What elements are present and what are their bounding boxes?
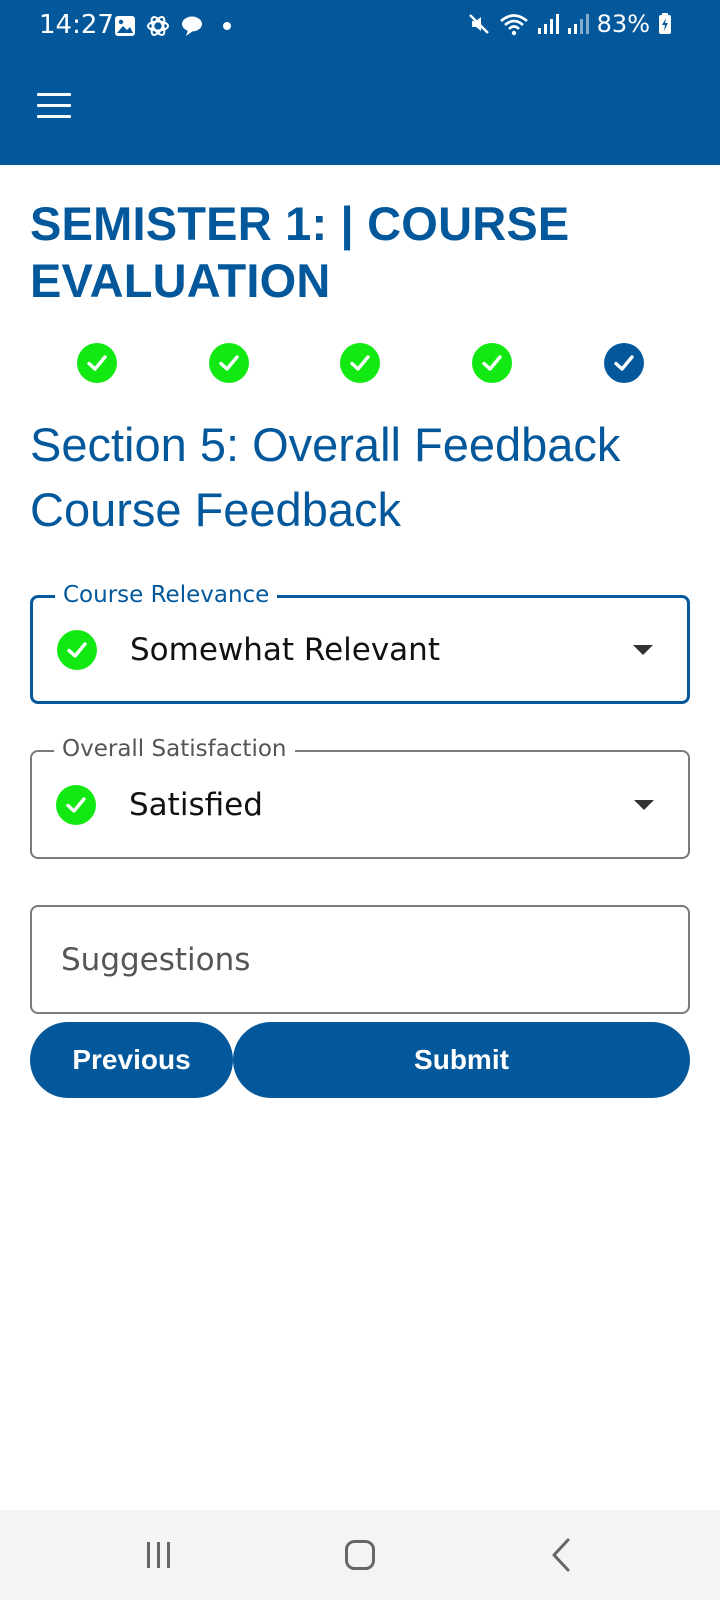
status-right: 83%	[467, 10, 672, 38]
status-time: 14:27	[39, 10, 114, 40]
submit-button[interactable]: Submit	[233, 1022, 690, 1098]
app-bar: 14:27 83%	[0, 0, 720, 165]
system-nav-bar	[0, 1510, 720, 1600]
subsection-heading: Course Feedback	[30, 483, 401, 536]
signal-icon	[537, 14, 559, 34]
openai-icon	[147, 16, 169, 36]
check-circle-icon	[57, 629, 97, 670]
back-icon[interactable]	[531, 1530, 591, 1580]
check-icon	[219, 355, 239, 371]
check-icon	[614, 355, 634, 371]
course-relevance-select[interactable]: Course Relevance Somewhat Relevant	[30, 582, 690, 704]
section-title: Section 5: Overall Feedback Course Feedb…	[30, 412, 690, 542]
check-icon	[87, 355, 107, 371]
mute-icon	[468, 14, 489, 34]
notification-icons	[114, 14, 234, 38]
page-title: SEMISTER 1: | COURSE EVALUATION	[30, 197, 570, 307]
check-icon	[482, 355, 502, 371]
step-1-complete	[77, 343, 117, 383]
chat-icon	[182, 16, 202, 36]
battery-percent: 83%	[596, 10, 650, 38]
overall-satisfaction-label: Overall Satisfaction	[54, 736, 295, 762]
progress-stepper	[0, 343, 720, 385]
hamburger-icon[interactable]	[37, 93, 71, 119]
chevron-down-icon[interactable]	[633, 644, 653, 655]
suggestions-input[interactable]	[32, 907, 688, 1012]
step-5-current	[604, 343, 644, 383]
dot-icon	[223, 22, 231, 30]
gallery-icon	[115, 16, 135, 36]
step-4-complete	[472, 343, 512, 383]
chevron-down-icon[interactable]	[634, 799, 654, 810]
previous-button[interactable]: Previous	[30, 1022, 233, 1098]
step-2-complete	[209, 343, 249, 383]
course-relevance-value: Somewhat Relevant	[130, 631, 440, 668]
overall-satisfaction-value: Satisfied	[129, 786, 263, 823]
course-relevance-label: Course Relevance	[55, 582, 278, 608]
section-heading: Section 5: Overall Feedback	[30, 418, 621, 471]
step-3-complete	[340, 343, 380, 383]
check-circle-icon	[56, 784, 96, 825]
suggestions-field[interactable]	[30, 905, 690, 1014]
overall-satisfaction-select[interactable]: Overall Satisfaction Satisfied	[30, 736, 690, 859]
wifi-icon	[499, 14, 528, 36]
check-icon	[350, 355, 370, 371]
signal-icon	[567, 14, 589, 34]
recent-apps-icon[interactable]	[129, 1530, 189, 1580]
home-icon[interactable]	[330, 1530, 390, 1580]
battery-icon	[659, 13, 671, 34]
